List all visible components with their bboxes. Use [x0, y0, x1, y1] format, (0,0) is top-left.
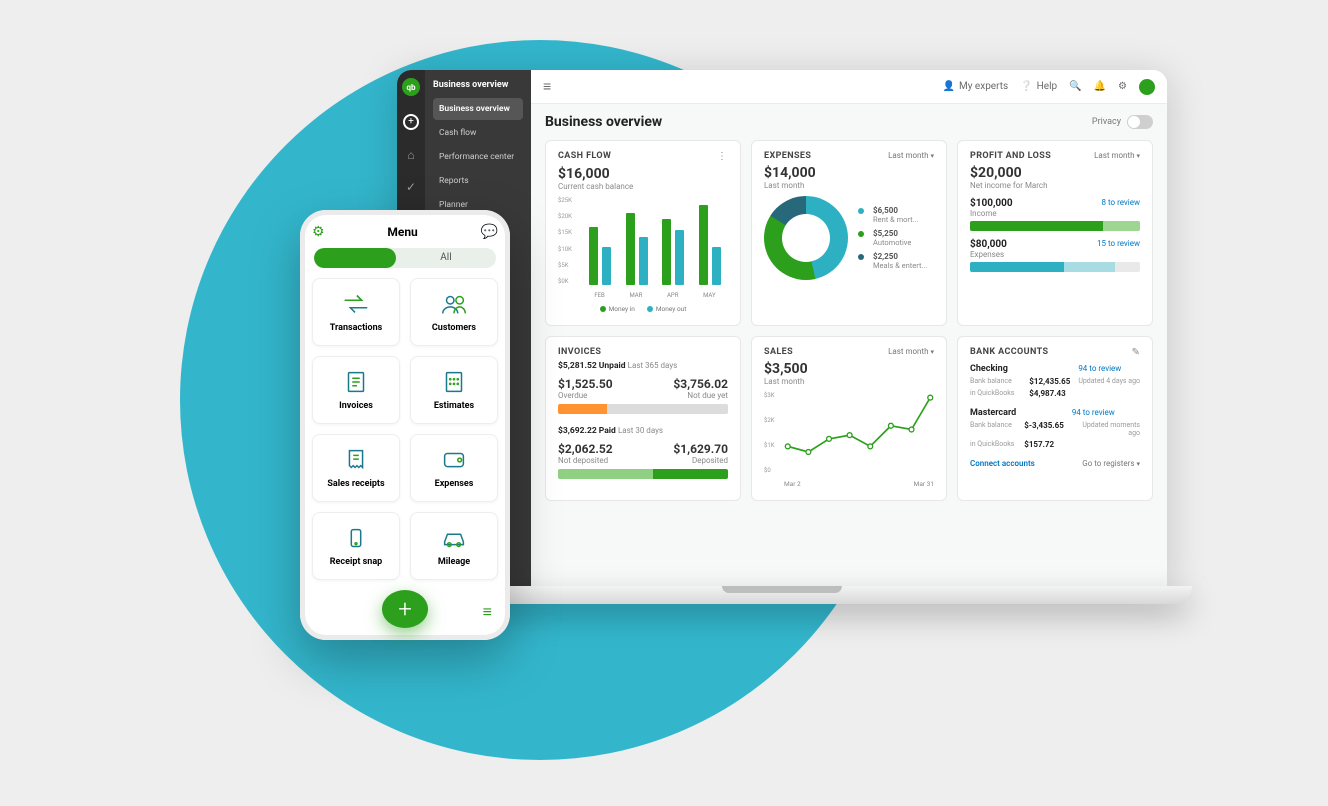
sales-line-chart: $3K $2K $1K $0 [764, 392, 934, 488]
expense-review-link[interactable]: 15 to review [1097, 239, 1140, 250]
card-expenses: EXPENSES Last month▾ $14,000 Last month … [751, 140, 947, 326]
search-icon[interactable]: 🔍 [1069, 81, 1081, 92]
help-link[interactable]: ❔ Help [1020, 81, 1057, 92]
content: Business overview Privacy CASH FLOW ⋮ [531, 104, 1167, 586]
top-bar: ≡ 👤 My experts ❔ Help 🔍 🔔 ⚙ [531, 70, 1167, 104]
tile-customers[interactable]: Customers [410, 278, 498, 346]
card-invoices: INVOICES $5,281.52 Unpaid Last 365 days … [545, 336, 741, 501]
tile-receipt-snap[interactable]: Receipt snap [312, 512, 400, 580]
expenses-amount: $14,000 [764, 165, 934, 181]
home-icon[interactable]: ⌂ [407, 148, 414, 162]
cash-flow-amount: $16,000 [558, 166, 728, 182]
sales-title: SALES [764, 347, 793, 357]
invoices-icon [341, 369, 371, 395]
income-review-link[interactable]: 8 to review [1102, 198, 1140, 209]
card-menu-icon[interactable]: ⋮ [717, 151, 728, 162]
chevron-down-icon: ▾ [1136, 460, 1140, 468]
page-title: Business overview [545, 114, 662, 130]
go-to-registers-link[interactable]: Go to registers ▾ [1082, 459, 1140, 468]
mileage-icon [439, 525, 469, 551]
customers-icon [439, 291, 469, 317]
laptop-screen: qb + ⌂ ✓ 🏛 ☰ ⋯ Business overview Busines… [397, 70, 1167, 586]
expenses-period-dropdown[interactable]: Last month▾ [888, 151, 934, 160]
expenses-donut-chart [764, 196, 848, 280]
qb-logo-icon[interactable]: qb [402, 78, 420, 96]
help-icon: ❔ [1020, 81, 1032, 92]
card-sales: SALES Last month▾ $3,500 Last month $3K … [751, 336, 947, 501]
phone: ⚙ Menu 💬 All Transactions Customers Invo… [300, 210, 510, 640]
cash-flow-title: CASH FLOW [558, 151, 611, 161]
hamburger-icon[interactable]: ≡ [543, 78, 551, 95]
chevron-down-icon: ▾ [930, 348, 934, 356]
quickbooks-app: qb + ⌂ ✓ 🏛 ☰ ⋯ Business overview Busines… [397, 70, 1167, 586]
connect-accounts-link[interactable]: Connect accounts [970, 459, 1035, 468]
card-cash-flow: CASH FLOW ⋮ $16,000 Current cash balance… [545, 140, 741, 326]
main-area: ≡ 👤 My experts ❔ Help 🔍 🔔 ⚙ [531, 70, 1167, 586]
pl-title: PROFIT AND LOSS [970, 151, 1051, 161]
chat-icon[interactable]: 💬 [481, 224, 498, 240]
card-profit-loss: PROFIT AND LOSS Last month▾ $20,000 Net … [957, 140, 1153, 326]
chevron-down-icon: ▾ [1136, 152, 1140, 160]
card-bank-accounts: BANK ACCOUNTS ✎ Checking 94 to review Ba… [957, 336, 1153, 501]
pl-amount: $20,000 [970, 165, 1140, 181]
nav-item-business-overview[interactable]: Business overview [433, 98, 523, 120]
invoices-title: INVOICES [558, 347, 601, 357]
fab-add-button[interactable]: + [382, 590, 428, 628]
laptop: qb + ⌂ ✓ 🏛 ☰ ⋯ Business overview Busines… [397, 70, 1197, 604]
privacy-toggle[interactable] [1127, 115, 1153, 129]
estimates-icon [439, 369, 469, 395]
expenses-sub: Last month [764, 181, 934, 190]
bank-account-checking[interactable]: Checking 94 to review Bank balance $12,4… [970, 364, 1140, 398]
tile-mileage[interactable]: Mileage [410, 512, 498, 580]
tile-invoices[interactable]: Invoices [312, 356, 400, 424]
gear-icon[interactable]: ⚙ [1118, 81, 1127, 92]
privacy-label: Privacy [1092, 117, 1121, 127]
expenses-legend: $6,500Rent & mort... $5,250Automotive $2… [858, 206, 927, 270]
gear-icon[interactable]: ⚙ [312, 224, 325, 240]
sales-receipts-icon [341, 447, 371, 473]
pencil-icon[interactable]: ✎ [1132, 347, 1140, 358]
sales-period-dropdown[interactable]: Last month▾ [888, 347, 934, 356]
invoices-paid-bar [558, 469, 728, 479]
pl-period-dropdown[interactable]: Last month▾ [1094, 151, 1140, 160]
tile-estimates[interactable]: Estimates [410, 356, 498, 424]
my-experts-link[interactable]: 👤 My experts [943, 81, 1009, 92]
nav-item-reports[interactable]: Reports [433, 170, 523, 192]
tile-sales-receipts[interactable]: Sales receipts [312, 434, 400, 502]
bank-account-mastercard[interactable]: Mastercard 94 to review Bank balance $-3… [970, 408, 1140, 449]
pl-sub: Net income for March [970, 181, 1140, 190]
expenses-icon [439, 447, 469, 473]
cash-flow-sub: Current cash balance [558, 182, 728, 191]
menu-icon[interactable]: ≡ [483, 602, 492, 622]
chevron-down-icon: ▾ [930, 152, 934, 160]
bell-icon[interactable]: 🔔 [1094, 81, 1106, 92]
sales-sub: Last month [764, 377, 934, 386]
avatar[interactable] [1139, 79, 1155, 95]
invoices-unpaid-bar [558, 404, 728, 414]
phone-title: Menu [387, 225, 417, 239]
transactions-icon [341, 291, 371, 317]
tile-expenses[interactable]: Expenses [410, 434, 498, 502]
tile-transactions[interactable]: Transactions [312, 278, 400, 346]
nav-item-performance-center[interactable]: Performance center [433, 146, 523, 168]
new-transaction-button[interactable]: + [403, 114, 419, 130]
expenses-title: EXPENSES [764, 151, 811, 161]
receipt-snap-icon [341, 525, 371, 551]
nav-header: Business overview [433, 80, 523, 90]
check-icon[interactable]: ✓ [406, 180, 416, 194]
filter-chip[interactable]: All [314, 248, 496, 268]
person-icon: 👤 [943, 81, 955, 92]
sales-amount: $3,500 [764, 361, 934, 377]
nav-item-cash-flow[interactable]: Cash flow [433, 122, 523, 144]
cash-flow-chart: $25K $20K $15K $10K $5K $0K [558, 197, 728, 303]
bank-title: BANK ACCOUNTS [970, 347, 1048, 357]
